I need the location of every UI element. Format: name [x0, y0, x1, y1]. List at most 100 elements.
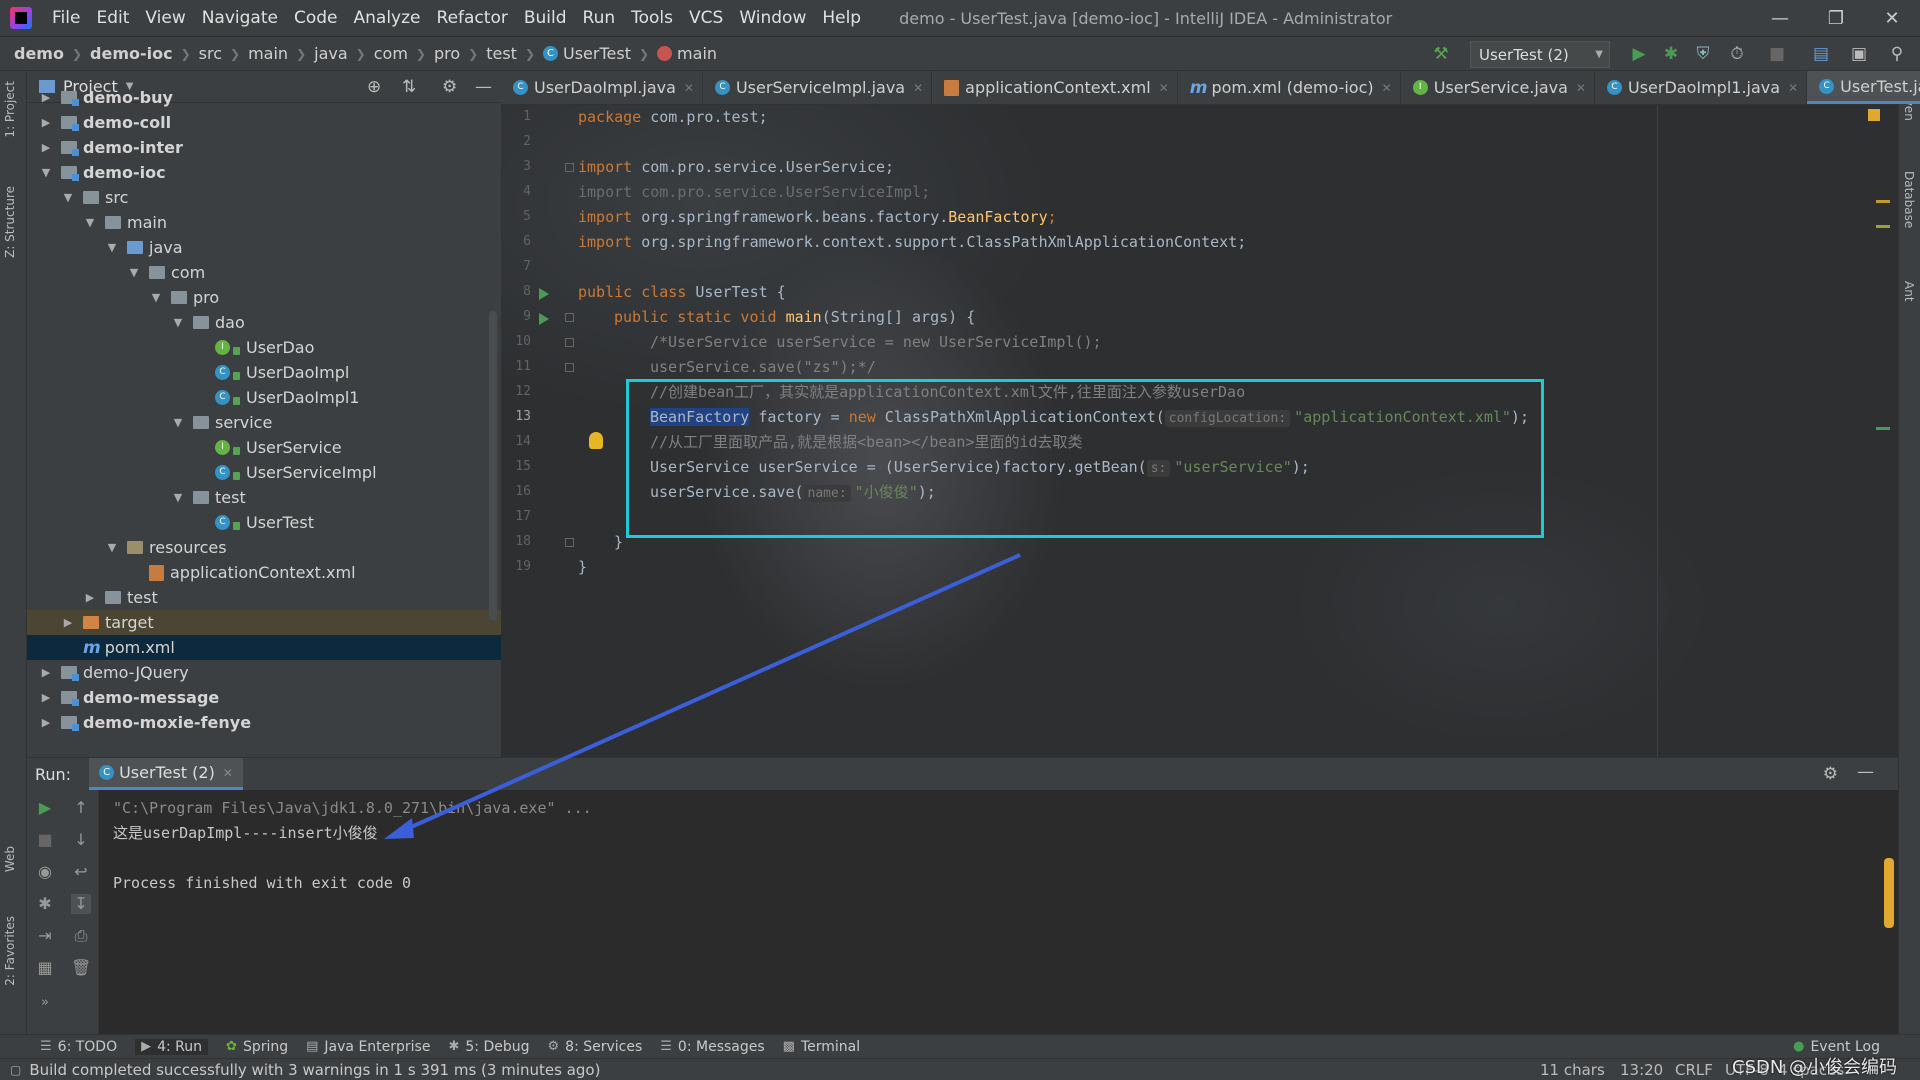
- tree-item-userdaoimpl[interactable]: C UserDaoImpl: [27, 360, 501, 385]
- tree-item-main[interactable]: ▼ main: [27, 210, 501, 235]
- close-icon[interactable]: ✕: [684, 81, 694, 95]
- layout-icon[interactable]: ▣: [1848, 43, 1870, 65]
- console-scrollbar[interactable]: [1884, 858, 1894, 928]
- run-class-gutter-icon[interactable]: [539, 288, 549, 300]
- expand-right-icon[interactable]: ▶: [83, 591, 97, 604]
- expand-right-icon[interactable]: ▶: [39, 666, 53, 679]
- expand-down-icon[interactable]: ▼: [83, 216, 97, 229]
- coverage-icon[interactable]: ⛨: [1692, 43, 1714, 65]
- breadcrumb-java[interactable]: java ❯: [314, 44, 374, 63]
- menu-tools[interactable]: Tools: [623, 8, 681, 28]
- tree-item-demo-message[interactable]: ▶ demo-message: [27, 685, 501, 710]
- close-icon[interactable]: ✕: [1864, 0, 1920, 36]
- expand-right-icon[interactable]: ▶: [39, 716, 53, 729]
- run-tool-button[interactable]: ▶ 4: Run: [135, 1038, 209, 1055]
- fold-icon[interactable]: [565, 538, 574, 547]
- tree-item-dao[interactable]: ▼ dao: [27, 310, 501, 335]
- breadcrumb-main[interactable]: main ❯: [248, 44, 314, 63]
- breadcrumb-demo[interactable]: demo ❯: [14, 44, 90, 63]
- tree-item-userservice[interactable]: I UserService: [27, 435, 501, 460]
- database-tool-tab[interactable]: Database: [1902, 171, 1916, 228]
- editor-tab-userserviceimpl-java[interactable]: C UserServiceImpl.java ✕: [703, 71, 933, 104]
- tree-item-src[interactable]: ▼ src: [27, 185, 501, 210]
- scroll-to-end-icon[interactable]: ↧: [71, 894, 91, 914]
- soft-wrap-icon[interactable]: ↩: [71, 862, 91, 882]
- tree-item-demo-moxie-fenye[interactable]: ▶ demo-moxie-fenye: [27, 710, 501, 735]
- tree-item-com[interactable]: ▼ com: [27, 260, 501, 285]
- minimize-icon[interactable]: —: [1752, 0, 1808, 36]
- tree-item-service[interactable]: ▼ service: [27, 410, 501, 435]
- spring-tool-button[interactable]: ✿ Spring: [226, 1039, 288, 1055]
- fold-icon[interactable]: [565, 363, 574, 372]
- close-icon[interactable]: ✕: [1382, 81, 1392, 95]
- tree-item-userserviceimpl[interactable]: C UserServiceImpl: [27, 460, 501, 485]
- ant-tool-tab[interactable]: Ant: [1902, 281, 1916, 302]
- stop-icon[interactable]: ■: [1766, 43, 1788, 65]
- editor-tab-userdaoimpl-java[interactable]: C UserDaoImpl.java ✕: [501, 71, 703, 104]
- expand-down-icon[interactable]: ▼: [149, 291, 163, 304]
- tree-item-usertest[interactable]: C UserTest: [27, 510, 501, 535]
- restore-icon[interactable]: ❐: [1808, 0, 1864, 36]
- menu-analyze[interactable]: Analyze: [346, 8, 429, 28]
- menu-run[interactable]: Run: [575, 8, 624, 28]
- menu-refactor[interactable]: Refactor: [429, 8, 516, 28]
- expand-right-icon[interactable]: ▶: [39, 691, 53, 704]
- menu-vcs[interactable]: VCS: [681, 8, 731, 28]
- messages-tool-button[interactable]: ☰ 0: Messages: [660, 1039, 764, 1055]
- services-tool-button[interactable]: ⚙ 8: Services: [548, 1039, 643, 1055]
- menu-window[interactable]: Window: [731, 8, 814, 28]
- expand-down-icon[interactable]: ▼: [105, 241, 119, 254]
- tree-item-pro[interactable]: ▼ pro: [27, 285, 501, 310]
- expand-right-icon[interactable]: ▶: [61, 616, 75, 629]
- menu-code[interactable]: Code: [286, 8, 346, 28]
- menu-help[interactable]: Help: [814, 8, 869, 28]
- run-configuration-select[interactable]: UserTest (2) ▼: [1470, 41, 1610, 68]
- line-separator[interactable]: CRLF: [1675, 1061, 1713, 1079]
- todo-tool-button[interactable]: ☰ 6: TODO: [40, 1039, 117, 1055]
- tree-item-test[interactable]: ▼ test: [27, 485, 501, 510]
- status-message[interactable]: Build completed successfully with 3 warn…: [29, 1061, 600, 1079]
- expand-down-icon[interactable]: ▼: [171, 491, 185, 504]
- expand-down-icon[interactable]: ▼: [171, 316, 185, 329]
- expand-down-icon[interactable]: ▼: [61, 191, 75, 204]
- java-enterprise-tool-button[interactable]: ▤ Java Enterprise: [306, 1039, 430, 1055]
- breadcrumb-src[interactable]: src ❯: [199, 44, 248, 63]
- expand-right-icon[interactable]: ▶: [39, 141, 53, 154]
- terminal-tool-button[interactable]: ▩ Terminal: [783, 1039, 860, 1055]
- close-icon[interactable]: ✕: [1788, 81, 1798, 95]
- breadcrumb-main-method[interactable]: main: [657, 44, 717, 63]
- tree-item-resources[interactable]: ▼ resources: [27, 535, 501, 560]
- gear-icon[interactable]: ⚙: [1823, 764, 1838, 784]
- warning-marker[interactable]: [1876, 225, 1890, 228]
- expand-down-icon[interactable]: ▼: [127, 266, 141, 279]
- build-hammer-icon[interactable]: ⚒: [1430, 43, 1452, 65]
- profile-icon[interactable]: ⏱: [1726, 43, 1748, 65]
- code-editor[interactable]: 1 2 3 4 5 6 7 8 9 10 11 12 13 14 15 16 17 18 19 package co…: [501, 105, 1898, 757]
- warning-marker[interactable]: [1876, 200, 1890, 203]
- search-icon[interactable]: ⚲: [1886, 43, 1908, 65]
- menu-file[interactable]: File: [44, 8, 88, 28]
- project-scrollbar[interactable]: [489, 311, 497, 621]
- run-main-gutter-icon[interactable]: [539, 313, 549, 325]
- close-icon[interactable]: ✕: [1576, 81, 1586, 95]
- layout-icon[interactable]: ▦: [35, 958, 55, 978]
- breadcrumb-test[interactable]: test ❯: [486, 44, 543, 63]
- fold-icon[interactable]: [565, 338, 574, 347]
- tree-item-java[interactable]: ▼ java: [27, 235, 501, 260]
- change-marker[interactable]: [1876, 427, 1890, 430]
- console-output[interactable]: "C:\Program Files\Java\jdk1.8.0_271\bin\…: [113, 796, 592, 896]
- lightbulb-icon[interactable]: [589, 432, 603, 449]
- breadcrumb-usertest[interactable]: C UserTest ❯: [543, 44, 657, 63]
- inspection-status-icon[interactable]: [1868, 109, 1880, 121]
- tree-item-pom-xml[interactable]: m pom.xml: [27, 635, 501, 660]
- fold-icon[interactable]: [565, 313, 574, 322]
- menu-view[interactable]: View: [137, 8, 193, 28]
- trash-icon[interactable]: 🗑: [71, 958, 91, 978]
- tree-item-demo-jquery[interactable]: ▶ demo-JQuery: [27, 660, 501, 685]
- hide-panel-icon[interactable]: —: [1857, 762, 1874, 782]
- tree-item-demo-inter[interactable]: ▶ demo-inter: [27, 135, 501, 160]
- editor-tab-pom-xml-demo-ioc-[interactable]: m pom.xml (demo-ioc) ✕: [1178, 71, 1401, 104]
- expand-down-icon[interactable]: ▼: [39, 166, 53, 179]
- tree-item-demo-ioc[interactable]: ▼ demo-ioc: [27, 160, 501, 185]
- run-tab-usertest[interactable]: C UserTest (2) ✕: [89, 758, 243, 790]
